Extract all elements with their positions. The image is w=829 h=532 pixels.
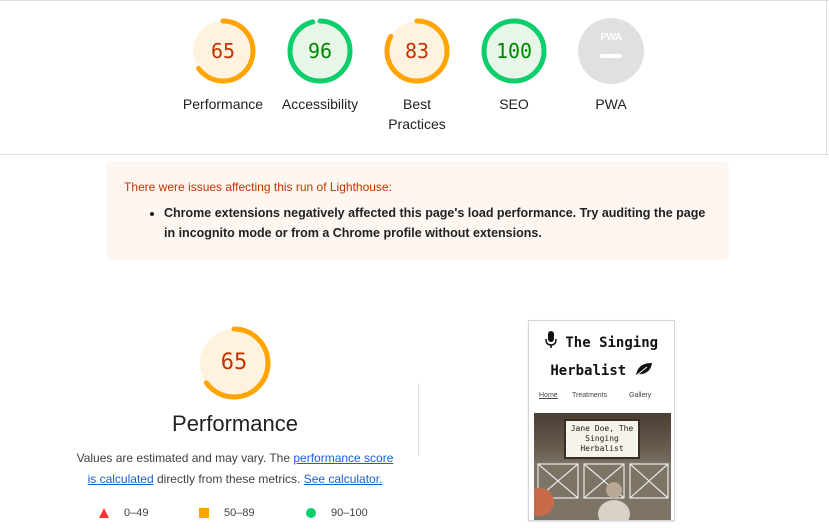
square-icon [199, 508, 209, 518]
hero-window-illustration [534, 462, 671, 520]
site-title-line1: The Singing [565, 335, 659, 351]
performance-gauge[interactable]: 65 [197, 326, 271, 400]
performance-score: 65 [220, 350, 248, 375]
section-divider [0, 154, 829, 155]
hero-sign-line: Singing [585, 434, 619, 443]
performance-description: Values are estimated and may vary. The p… [72, 448, 398, 490]
gauge-seo[interactable]: 100 SEO [464, 18, 564, 114]
triangle-icon [99, 508, 109, 518]
site-hero-photo: Jane Doe, The Singing Herbalist [534, 413, 671, 520]
performance-title: Performance [172, 411, 298, 436]
legend-label: 50–89 [224, 507, 255, 519]
score-legend: 0–49 50–89 90–100 [60, 506, 410, 522]
legend-label: 0–49 [124, 507, 149, 519]
warning-item: Chrome extensions negatively affected th… [164, 203, 711, 243]
microphone-icon [545, 331, 557, 348]
site-title-line2: Herbalist [550, 363, 627, 379]
hero-sign-line: Herbalist [580, 444, 624, 453]
pwa-dash-icon [600, 54, 622, 58]
gauge-value: 100 [495, 39, 533, 63]
gauge-pwa[interactable]: PWA PWA [561, 18, 661, 114]
pwa-badge-icon: PWA [578, 18, 644, 84]
hero-sign: Jane Doe, The Singing Herbalist [564, 419, 640, 459]
vertical-divider [418, 383, 419, 456]
warning-title: There were issues affecting this run of … [124, 180, 392, 194]
warning-list: Chrome extensions negatively affected th… [124, 203, 711, 243]
hero-sign-line: Jane Doe, The [570, 424, 634, 433]
gauge-value: 96 [307, 39, 333, 63]
site-nav-gallery: Gallery [629, 392, 652, 399]
gauge-label: PWA [595, 96, 627, 112]
gauge-label: Best Practices [388, 96, 446, 132]
pwa-badge-text: PWA [600, 32, 622, 43]
circle-icon [306, 508, 316, 518]
site-nav-home: Home [539, 392, 558, 399]
gauge-best-practices[interactable]: 83 Best Practices [367, 18, 467, 134]
site-title: The Singing Herbalist [529, 329, 674, 385]
gauge-value: 65 [210, 39, 236, 63]
gauge-label: Performance [182, 96, 264, 112]
leaf-icon [635, 363, 652, 376]
site-nav-treatments: Treatments [572, 392, 608, 399]
see-calculator-link[interactable]: See calculator. [304, 472, 383, 486]
desc-text: directly from these metrics. [153, 472, 304, 486]
gauge-label: Accessibility [281, 96, 359, 112]
gauge-accessibility[interactable]: 96 Accessibility [270, 18, 370, 114]
final-screenshot-thumbnail[interactable]: The Singing Herbalist Home Treatments Ga… [528, 320, 675, 521]
legend-label: 90–100 [331, 507, 368, 519]
gauge-value: 83 [404, 39, 430, 63]
gauge-performance[interactable]: 65 Performance [173, 18, 273, 114]
lighthouse-report: 65 Performance 96 Accessibility 83 Best … [0, 0, 829, 532]
warning-box: There were issues affecting this run of … [106, 161, 729, 260]
desc-text: Values are estimated and may vary. The [76, 451, 294, 465]
score-gauges: 65 Performance 96 Accessibility 83 Best … [0, 0, 829, 155]
gauge-label: SEO [499, 96, 529, 112]
